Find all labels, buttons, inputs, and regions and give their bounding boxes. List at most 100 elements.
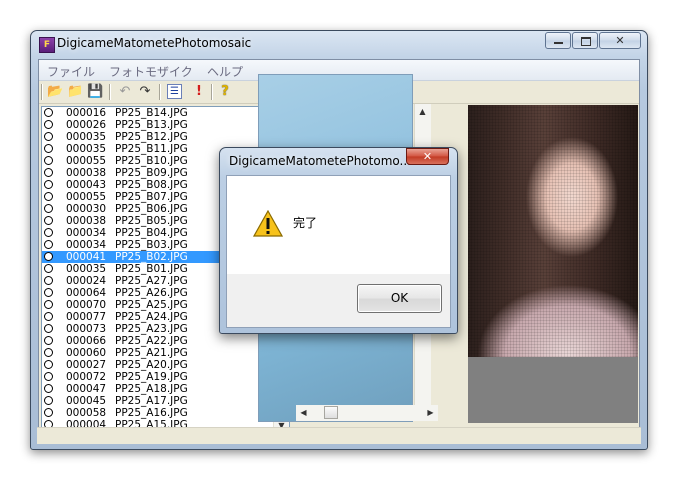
radio-icon[interactable] bbox=[44, 336, 53, 345]
radio-icon[interactable] bbox=[44, 396, 53, 405]
app-icon[interactable]: F bbox=[39, 37, 55, 53]
list-item[interactable]: 000016 PP25_B14.JPG bbox=[42, 107, 272, 119]
maximize-button[interactable] bbox=[572, 32, 598, 49]
radio-icon[interactable] bbox=[44, 108, 53, 117]
toolbar-separator bbox=[109, 84, 111, 100]
list-item-count: 000035 bbox=[66, 263, 107, 275]
list-item[interactable]: 000026 PP25_B13.JPG bbox=[42, 119, 272, 131]
list-item-count: 000047 bbox=[66, 383, 107, 395]
radio-icon[interactable] bbox=[44, 360, 53, 369]
list-item-count: 000027 bbox=[66, 359, 107, 371]
menu-help[interactable]: ヘルプ bbox=[207, 63, 243, 80]
open-folder-icon[interactable]: 📂 bbox=[47, 84, 63, 100]
list-icon[interactable]: ☰ bbox=[167, 84, 182, 99]
new-folder-icon[interactable]: 📁 bbox=[67, 84, 83, 100]
list-item-filename: PP25_A23.JPG bbox=[115, 323, 188, 335]
mosaic-result-image bbox=[468, 105, 638, 357]
menu-file[interactable]: ファイル bbox=[47, 63, 95, 80]
list-item-filename: PP25_A16.JPG bbox=[115, 407, 188, 419]
close-icon: ✕ bbox=[422, 150, 433, 163]
radio-icon[interactable] bbox=[44, 120, 53, 129]
list-item-filename: PP25_B06.JPG bbox=[115, 203, 188, 215]
radio-icon[interactable] bbox=[44, 168, 53, 177]
list-item-filename: PP25_B04.JPG bbox=[115, 227, 188, 239]
redo-icon[interactable]: ↷ bbox=[137, 84, 153, 100]
list-item-filename: PP25_B14.JPG bbox=[115, 107, 188, 119]
list-item-count: 000045 bbox=[66, 395, 107, 407]
list-item-filename: PP25_B10.JPG bbox=[115, 155, 188, 167]
list-item-filename: PP25_B13.JPG bbox=[115, 119, 188, 131]
undo-icon[interactable]: ↶ bbox=[117, 84, 133, 100]
list-item[interactable]: 000072 PP25_A19.JPG bbox=[42, 371, 272, 383]
radio-icon[interactable] bbox=[44, 324, 53, 333]
scroll-right-icon[interactable]: ▶ bbox=[423, 405, 438, 420]
radio-icon[interactable] bbox=[44, 228, 53, 237]
scroll-up-icon[interactable]: ▲ bbox=[415, 104, 430, 119]
minimize-button[interactable] bbox=[545, 32, 571, 49]
preview-horizontal-scrollbar[interactable]: ◀ ▶ bbox=[296, 405, 438, 421]
list-item[interactable]: 000027 PP25_A20.JPG bbox=[42, 359, 272, 371]
list-item-count: 000066 bbox=[66, 335, 107, 347]
radio-icon[interactable] bbox=[44, 276, 53, 285]
radio-icon[interactable] bbox=[44, 264, 53, 273]
radio-icon[interactable] bbox=[44, 144, 53, 153]
list-item[interactable]: 000058 PP25_A16.JPG bbox=[42, 407, 272, 419]
list-item[interactable]: 000047 PP25_A18.JPG bbox=[42, 383, 272, 395]
radio-icon[interactable] bbox=[44, 288, 53, 297]
list-item-filename: PP25_B08.JPG bbox=[115, 179, 188, 191]
radio-icon[interactable] bbox=[44, 252, 53, 261]
dialog-close-button[interactable]: ✕ bbox=[406, 148, 449, 165]
radio-icon[interactable] bbox=[44, 240, 53, 249]
list-item-count: 000038 bbox=[66, 215, 107, 227]
status-bar bbox=[37, 427, 641, 444]
list-item-count: 000030 bbox=[66, 203, 107, 215]
radio-icon[interactable] bbox=[44, 408, 53, 417]
list-item[interactable]: 000066 PP25_A22.JPG bbox=[42, 335, 272, 347]
list-item-filename: PP25_A20.JPG bbox=[115, 359, 188, 371]
list-item[interactable]: 000035 PP25_B12.JPG bbox=[42, 131, 272, 143]
list-item-count: 000064 bbox=[66, 287, 107, 299]
list-item-count: 000055 bbox=[66, 191, 107, 203]
alert-icon[interactable]: ! bbox=[191, 84, 207, 100]
list-item-filename: PP25_B07.JPG bbox=[115, 191, 188, 203]
scroll-thumb[interactable] bbox=[324, 406, 338, 419]
list-item-count: 000043 bbox=[66, 179, 107, 191]
list-item-count: 000024 bbox=[66, 275, 107, 287]
close-button[interactable]: ✕ bbox=[599, 32, 641, 49]
radio-icon[interactable] bbox=[44, 300, 53, 309]
radio-icon[interactable] bbox=[44, 180, 53, 189]
radio-icon[interactable] bbox=[44, 192, 53, 201]
list-item[interactable]: 000060 PP25_A21.JPG bbox=[42, 347, 272, 359]
radio-icon[interactable] bbox=[44, 156, 53, 165]
radio-icon[interactable] bbox=[44, 348, 53, 357]
scroll-left-icon[interactable]: ◀ bbox=[296, 405, 311, 420]
warning-icon bbox=[253, 210, 283, 237]
window-title: DigicameMatometePhotomosaic bbox=[57, 36, 252, 50]
list-item-filename: PP25_A21.JPG bbox=[115, 347, 188, 359]
menu-photomosaic[interactable]: フォトモザイク bbox=[109, 63, 193, 80]
caption-buttons: ✕ bbox=[545, 32, 641, 49]
list-item-filename: PP25_A24.JPG bbox=[115, 311, 188, 323]
list-item-count: 000055 bbox=[66, 155, 107, 167]
list-item-count: 000073 bbox=[66, 323, 107, 335]
list-item-filename: PP25_B02.JPG bbox=[115, 251, 188, 263]
help-icon[interactable]: ? bbox=[217, 84, 233, 100]
list-item-count: 000060 bbox=[66, 347, 107, 359]
list-item[interactable]: 000045 PP25_A17.JPG bbox=[42, 395, 272, 407]
list-item-filename: PP25_B12.JPG bbox=[115, 131, 188, 143]
radio-icon[interactable] bbox=[44, 384, 53, 393]
radio-icon[interactable] bbox=[44, 132, 53, 141]
radio-icon[interactable] bbox=[44, 216, 53, 225]
toolbar-separator bbox=[211, 84, 213, 100]
ok-button[interactable]: OK bbox=[357, 284, 442, 313]
radio-icon[interactable] bbox=[44, 372, 53, 381]
list-item-count: 000035 bbox=[66, 143, 107, 155]
save-icon[interactable]: 💾 bbox=[87, 84, 103, 100]
list-item-count: 000058 bbox=[66, 407, 107, 419]
dialog-title: DigicameMatometePhotomo... bbox=[229, 154, 411, 168]
radio-icon[interactable] bbox=[44, 204, 53, 213]
minimize-icon bbox=[554, 42, 563, 44]
radio-icon[interactable] bbox=[44, 312, 53, 321]
list-item-filename: PP25_A22.JPG bbox=[115, 335, 188, 347]
list-item-filename: PP25_B09.JPG bbox=[115, 167, 188, 179]
